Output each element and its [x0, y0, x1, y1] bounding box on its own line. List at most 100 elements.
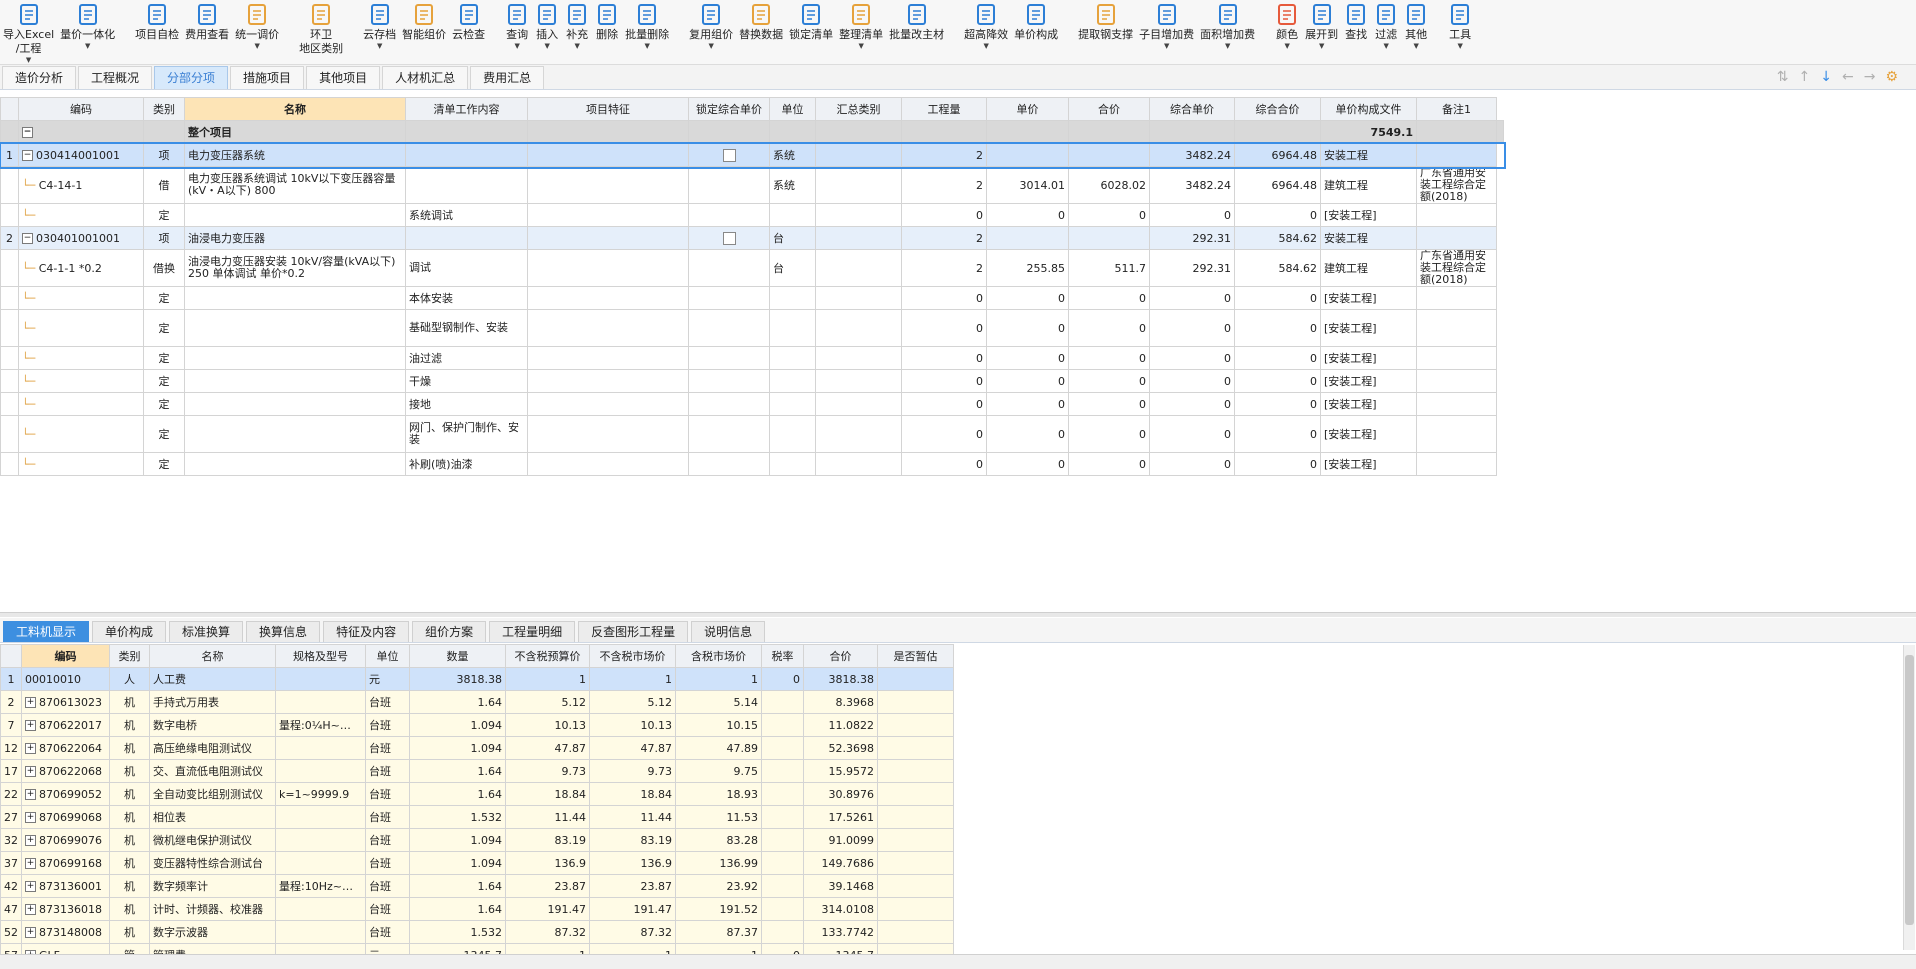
spec-cell[interactable]	[275, 920, 366, 944]
sumtype-cell[interactable]	[815, 309, 902, 347]
p1-cell[interactable]: 47.87	[505, 736, 590, 760]
column-header[interactable]: 是否暂估	[877, 644, 954, 668]
price-cell[interactable]: 0	[986, 286, 1069, 310]
file-cell[interactable]: 建筑工程	[1320, 166, 1417, 204]
amount-cell[interactable]: 39.1468	[803, 874, 878, 898]
chevron-down-icon[interactable]: ▼	[708, 42, 713, 50]
p3-cell[interactable]: 9.75	[675, 759, 762, 783]
column-header[interactable]: 含税市场价	[675, 644, 762, 668]
unit-cell[interactable]: 系统	[769, 166, 816, 204]
p3-cell[interactable]: 83.28	[675, 828, 762, 852]
type-cell[interactable]: 定	[143, 369, 185, 393]
tax-cell[interactable]	[761, 828, 804, 852]
toolbar-tidy-list-button[interactable]: 整理清单 ▼	[836, 0, 886, 50]
feature-cell[interactable]	[527, 392, 689, 416]
p3-cell[interactable]: 23.92	[675, 874, 762, 898]
spec-cell[interactable]	[275, 805, 366, 829]
uamount-cell[interactable]: 0	[1234, 203, 1321, 227]
amount-cell[interactable]: 314.0108	[803, 897, 878, 921]
qty-cell[interactable]: 1.532	[409, 920, 506, 944]
toolbar-cloud-check-button[interactable]: 云检查	[449, 0, 488, 42]
feature-cell[interactable]	[527, 452, 689, 476]
p3-cell[interactable]: 10.15	[675, 713, 762, 737]
code-cell[interactable]: └─ C4-14-1	[18, 166, 144, 204]
name-cell[interactable]: 电力变压器系统	[184, 143, 406, 167]
column-header[interactable]: 合价	[1068, 97, 1150, 121]
amount-cell[interactable]: 0	[1068, 203, 1150, 227]
chevron-down-icon[interactable]: ▼	[1164, 42, 1169, 50]
column-header[interactable]: 不含税预算价	[505, 644, 590, 668]
lock-cell[interactable]	[688, 226, 770, 250]
name-cell[interactable]: 交、直流低电阻测试仪	[149, 759, 276, 783]
price-cell[interactable]: 3014.01	[986, 166, 1069, 204]
table-row[interactable]: 2 +870613023 机手持式万用表 台班 1.64 5.12 5.12 5.14 8.39…	[0, 690, 954, 714]
chevron-down-icon[interactable]: ▼	[574, 42, 579, 50]
spec-cell[interactable]: k=1~9999.9	[275, 782, 366, 806]
chevron-down-icon[interactable]: ▼	[1457, 42, 1462, 50]
expand-icon[interactable]: +	[25, 766, 36, 777]
code-cell[interactable]: └─	[18, 309, 144, 347]
name-cell[interactable]	[184, 392, 406, 416]
amount-cell[interactable]: 511.7	[1068, 249, 1150, 287]
uamount-cell[interactable]: 0	[1234, 392, 1321, 416]
column-header[interactable]: 编码	[18, 97, 144, 121]
type-cell[interactable]: 定	[143, 392, 185, 416]
toolbar-expand-to-button[interactable]: 展开到 ▼	[1302, 0, 1341, 50]
qty-cell[interactable]: 1.094	[409, 851, 506, 875]
type-cell[interactable]: 定	[143, 309, 185, 347]
p3-cell[interactable]: 47.89	[675, 736, 762, 760]
uamount-cell[interactable]: 0	[1234, 415, 1321, 453]
table-row[interactable]: └─ 定系统调试 0 0 0 0 0 [安装工程]	[0, 203, 1504, 227]
code-cell[interactable]: +870699068	[21, 805, 110, 829]
est-cell[interactable]	[877, 828, 954, 852]
tax-cell[interactable]	[761, 690, 804, 714]
column-header[interactable]: 备注1	[1416, 97, 1497, 121]
table-row[interactable]: 32 +870699076 机微机继电保护测试仪 台班 1.094 83.19 83.19 8…	[0, 828, 954, 852]
p2-cell[interactable]: 11.44	[589, 805, 676, 829]
expand-icon[interactable]: +	[25, 720, 36, 731]
toolbar-color-button[interactable]: 颜色 ▼	[1272, 0, 1302, 50]
price-cell[interactable]: 0	[986, 392, 1069, 416]
detail-tab-0[interactable]: 工料机显示	[3, 621, 90, 642]
est-cell[interactable]	[877, 667, 954, 691]
p1-cell[interactable]: 18.84	[505, 782, 590, 806]
amount-cell[interactable]: 0	[1068, 452, 1150, 476]
content-cell[interactable]: 接地	[405, 392, 528, 416]
note-cell[interactable]	[1416, 415, 1497, 453]
uprice-cell[interactable]: 0	[1149, 203, 1235, 227]
note-cell[interactable]	[1416, 392, 1497, 416]
p3-cell[interactable]: 87.37	[675, 920, 762, 944]
feature-cell[interactable]	[527, 249, 689, 287]
file-cell[interactable]: 建筑工程	[1320, 249, 1417, 287]
est-cell[interactable]	[877, 897, 954, 921]
toolbar-sub-item-fee-button[interactable]: 子目增加费 ▼	[1136, 0, 1197, 50]
code-cell[interactable]: └─	[18, 392, 144, 416]
chevron-down-icon[interactable]: ▼	[983, 42, 988, 50]
feature-cell[interactable]	[527, 346, 689, 370]
uamount-cell[interactable]: 0	[1234, 309, 1321, 347]
p2-cell[interactable]: 136.9	[589, 851, 676, 875]
detail-tab-1[interactable]: 单价构成	[92, 621, 167, 642]
unit-cell[interactable]	[769, 452, 816, 476]
p3-cell[interactable]: 5.14	[675, 690, 762, 714]
amount-cell[interactable]: 0	[1068, 392, 1150, 416]
name-cell[interactable]	[184, 369, 406, 393]
amount-cell[interactable]: 0	[1068, 346, 1150, 370]
type-cell[interactable]: 定	[143, 286, 185, 310]
name-cell[interactable]: 全自动变比组别测试仪	[149, 782, 276, 806]
unit-cell[interactable]: 台	[769, 249, 816, 287]
chevron-down-icon[interactable]: ▼	[254, 42, 259, 50]
name-cell[interactable]: 油浸电力变压器安装 10kV/容量(kVA以下) 250 单体调试 单价*0.2	[184, 249, 406, 287]
est-cell[interactable]	[877, 874, 954, 898]
column-header[interactable]: 类别	[143, 97, 185, 121]
file-cell[interactable]: [安装工程]	[1320, 392, 1417, 416]
amount-cell[interactable]: 0	[1068, 286, 1150, 310]
sumtype-cell[interactable]	[815, 452, 902, 476]
move-top-icon[interactable]: ⇅	[1777, 69, 1789, 85]
lock-cell[interactable]	[688, 143, 770, 167]
p1-cell[interactable]: 9.73	[505, 759, 590, 783]
toolbar-lock-list-button[interactable]: 锁定清单	[786, 0, 836, 42]
est-cell[interactable]	[877, 736, 954, 760]
detail-tab-8[interactable]: 说明信息	[691, 621, 766, 642]
price-cell[interactable]: 0	[986, 452, 1069, 476]
